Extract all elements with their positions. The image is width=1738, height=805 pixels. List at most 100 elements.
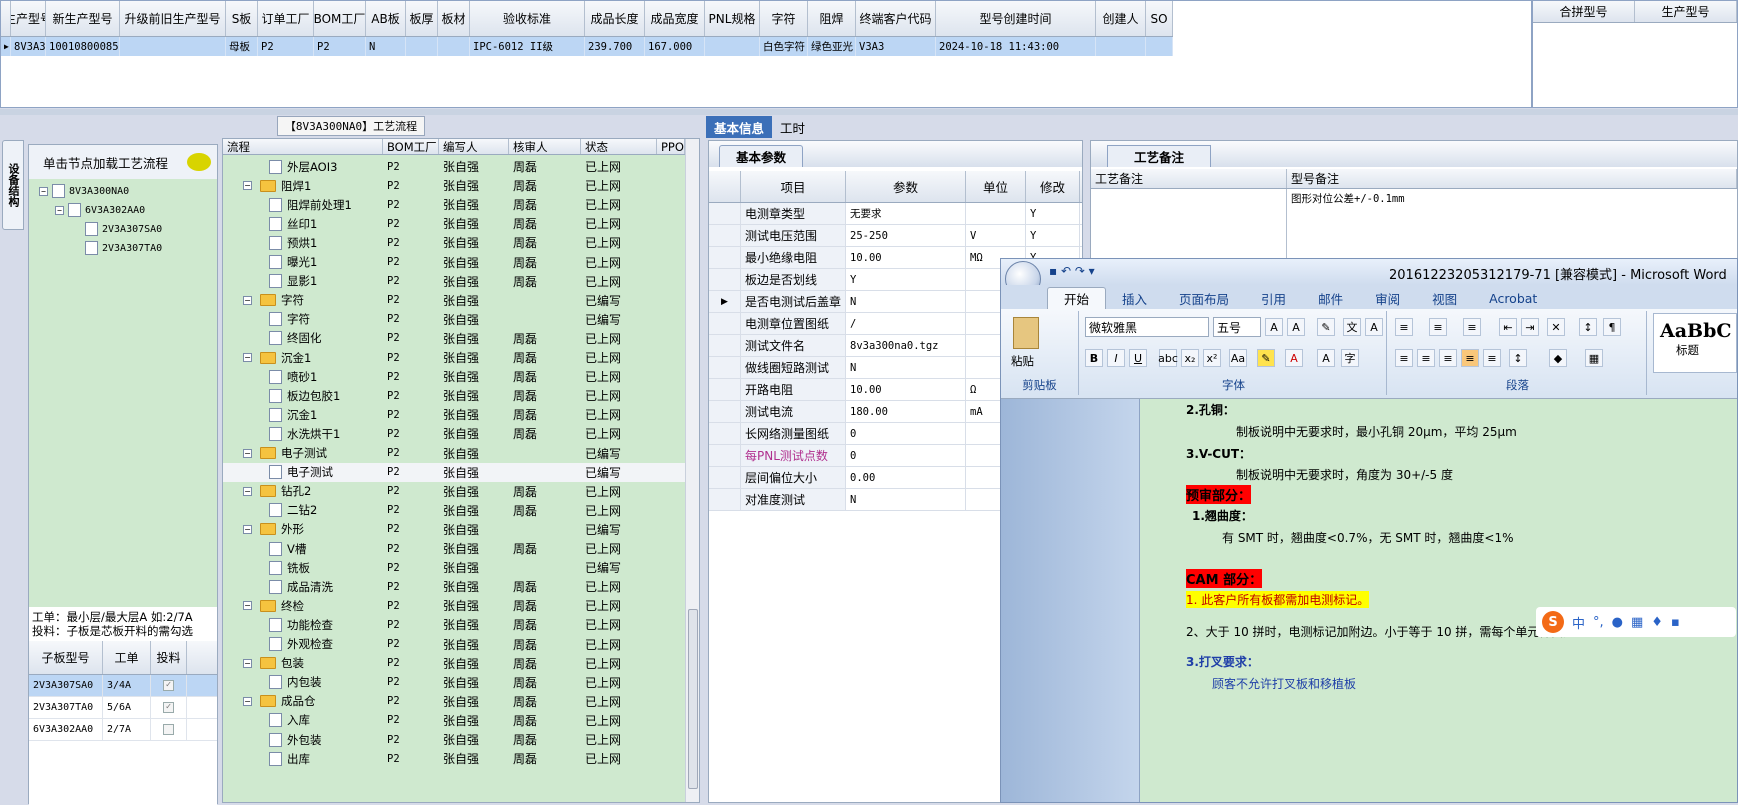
grid-cell[interactable]: 2024-10-18 11:43:00 — [936, 37, 1096, 56]
param-row[interactable]: 测试电压范围 25-250 V Y — [709, 225, 1082, 247]
structure-tree[interactable]: −8V3A300NA0 −6V3A302AA0 2V3A307SA0 2V3A3… — [29, 179, 217, 599]
process-row[interactable]: 二钻2 P2 张自强 周磊 已上网 — [223, 501, 685, 520]
clear-format-icon[interactable]: ✎ — [1317, 318, 1335, 336]
process-column-header[interactable]: 核审人 — [509, 139, 581, 154]
grid-cell[interactable] — [438, 37, 470, 56]
process-row[interactable]: 沉金1 P2 张自强 周磊 已上网 — [223, 405, 685, 424]
work-order-cell[interactable]: 2/7A — [103, 719, 151, 740]
process-row[interactable]: 终固化 P2 张自强 周磊 已上网 — [223, 329, 685, 348]
multilevel-list-icon[interactable]: ≡ — [1463, 318, 1481, 336]
tab-craft-notes[interactable]: 工艺备注 — [1107, 145, 1212, 167]
tab-basic-params[interactable]: 基本参数 — [719, 145, 804, 167]
process-row[interactable]: 外包装 P2 张自强 周磊 已上网 — [223, 730, 685, 749]
word-window[interactable]: ▪ ↶ ↷ ▾ 20161223205312179-71 [兼容模式] - Mi… — [1000, 258, 1738, 803]
grid-cell[interactable]: 167.000 — [645, 37, 705, 56]
decrease-indent-icon[interactable]: ⇤ — [1499, 318, 1517, 336]
param-value[interactable]: / — [846, 313, 966, 334]
shrink-font-icon[interactable]: A — [1287, 318, 1305, 336]
tab-work-hours[interactable]: 工时 — [772, 116, 813, 138]
process-row[interactable]: 入库 P2 张自强 周磊 已上网 — [223, 711, 685, 730]
feed-checkbox[interactable]: ✓ — [163, 702, 174, 713]
process-column-header[interactable]: 流程 — [223, 139, 383, 154]
sub-model-cell[interactable]: 2V3A307SA0 — [29, 675, 103, 696]
param-value[interactable]: 0.00 — [846, 467, 966, 488]
process-row[interactable]: − 字符 P2 张自强 已编写 — [223, 291, 685, 310]
grid-cell[interactable] — [1146, 37, 1173, 56]
param-value[interactable]: 8v3a300na0.tgz — [846, 335, 966, 356]
shading-icon[interactable]: ◆ — [1549, 349, 1567, 367]
align-center-icon[interactable]: ≡ — [1417, 349, 1435, 367]
feed-checkbox-cell[interactable]: ✓ — [151, 675, 187, 696]
work-order-cell[interactable]: 5/6A — [103, 697, 151, 718]
craft-note-field[interactable] — [1091, 189, 1287, 259]
column-header[interactable]: 字符 — [760, 1, 808, 36]
tab-basic-info[interactable]: 基本信息 — [706, 116, 773, 138]
process-row[interactable]: 电子测试 P2 张自强 已编写 — [223, 462, 685, 482]
sub-board-row[interactable]: 2V3A307SA0 3/4A ✓ — [29, 675, 217, 697]
param-modify[interactable]: Y — [1026, 225, 1080, 246]
column-header[interactable]: 新生产型号 — [46, 1, 120, 36]
process-row[interactable]: 外观检查 P2 张自强 周磊 已上网 — [223, 635, 685, 654]
process-row[interactable]: 预烘1 P2 张自强 周磊 已上网 — [223, 233, 685, 252]
process-row[interactable]: 丝印1 P2 张自强 周磊 已上网 — [223, 214, 685, 233]
font-name-select[interactable]: 微软雅黑 — [1085, 317, 1209, 337]
chinese-layout-icon[interactable]: ✕ — [1547, 318, 1565, 336]
process-row[interactable]: − 外形 P2 张自强 已编写 — [223, 520, 685, 539]
grid-cell[interactable] — [120, 37, 226, 56]
process-row[interactable]: 阻焊前处理1 P2 张自强 周磊 已上网 — [223, 195, 685, 214]
char-border-icon[interactable]: A — [1365, 318, 1383, 336]
strikethrough-icon[interactable]: abc — [1158, 349, 1178, 367]
process-column-header[interactable]: PPO — [657, 139, 685, 154]
bold-icon[interactable]: B — [1085, 349, 1103, 367]
show-marks-icon[interactable]: ¶ — [1603, 318, 1621, 336]
toolbox-icon[interactable]: ▪ — [1671, 615, 1680, 630]
grid-cell[interactable]: P2 — [314, 37, 366, 56]
process-row[interactable]: 字符 P2 张自强 已编写 — [223, 310, 685, 329]
align-left-icon[interactable]: ≡ — [1395, 349, 1413, 367]
column-header[interactable]: 创建人 — [1096, 1, 1146, 36]
ribbon-tab[interactable]: Acrobat — [1473, 287, 1553, 309]
grid-cell[interactable] — [406, 37, 438, 56]
ribbon-tab[interactable]: 插入 — [1106, 287, 1163, 309]
column-header[interactable]: 板厚 — [406, 1, 438, 36]
column-header[interactable]: 终端客户代码 — [856, 1, 936, 36]
column-header[interactable]: S板 — [226, 1, 258, 36]
work-order-cell[interactable]: 3/4A — [103, 675, 151, 696]
align-right-icon[interactable]: ≡ — [1439, 349, 1457, 367]
ribbon-tab[interactable]: 审阅 — [1359, 287, 1416, 309]
document-body[interactable]: 2.孔铜： 制板说明中无要求时，最小孔铜 20μm，平均 25μm 3.V-CU… — [1139, 399, 1737, 802]
merge-model-grid[interactable]: 合拼型号 生产型号 — [1532, 0, 1738, 108]
italic-icon[interactable]: I — [1107, 349, 1125, 367]
font-size-select[interactable]: 五号 — [1213, 317, 1261, 337]
param-row[interactable]: 电测章类型 无要求 Y — [709, 203, 1082, 225]
model-grid[interactable]: 生产型号新生产型号升级前旧生产型号S板订单工厂BOM工厂AB板板厚板材验收标准成… — [0, 0, 1532, 108]
char-shading-icon[interactable]: A — [1317, 349, 1335, 367]
sub-board-row[interactable]: 6V3A302AA0 2/7A — [29, 719, 217, 741]
phonetic-icon[interactable]: 文 — [1343, 318, 1361, 336]
grid-cell[interactable]: 母板 — [226, 37, 258, 56]
grid-cell[interactable]: 绿色亚光 — [808, 37, 856, 56]
process-row[interactable]: 水洗烘干1 P2 张自强 周磊 已上网 — [223, 424, 685, 443]
grid-cell[interactable]: P2 — [258, 37, 314, 56]
process-row[interactable]: 曝光1 P2 张自强 周磊 已上网 — [223, 253, 685, 272]
distribute-icon[interactable]: ≡ — [1483, 349, 1501, 367]
grid-cell[interactable]: V3A3 — [856, 37, 936, 56]
column-header[interactable]: 型号创建时间 — [936, 1, 1096, 36]
ime-toolbar[interactable]: S 中 °, ● ▦ ♦ ▪ — [1536, 607, 1736, 637]
param-value[interactable]: 0 — [846, 445, 966, 466]
sub-model-cell[interactable]: 2V3A307TA0 — [29, 697, 103, 718]
ribbon-tab[interactable]: 开始 — [1047, 287, 1107, 309]
paste-icon[interactable] — [1013, 317, 1039, 349]
skin-icon[interactable]: ♦ — [1651, 615, 1663, 630]
process-row[interactable]: − 沉金1 P2 张自强 周磊 已上网 — [223, 348, 685, 367]
tree-node[interactable]: −8V3A300NA0 — [39, 183, 129, 199]
change-case-icon[interactable]: Aa — [1229, 349, 1247, 367]
tree-node[interactable]: 2V3A307SA0 — [85, 221, 162, 237]
punctuation-icon[interactable]: °, — [1593, 615, 1604, 630]
line-spacing-icon[interactable]: ↕ — [1509, 349, 1527, 367]
grid-cell[interactable]: 白色字符 — [760, 37, 808, 56]
numbering-icon[interactable]: ≡ — [1429, 318, 1447, 336]
ribbon-tab[interactable]: 引用 — [1245, 287, 1302, 309]
side-tab-structure[interactable]: 设备结构 — [2, 140, 24, 230]
param-value[interactable]: 25-250 — [846, 225, 966, 246]
